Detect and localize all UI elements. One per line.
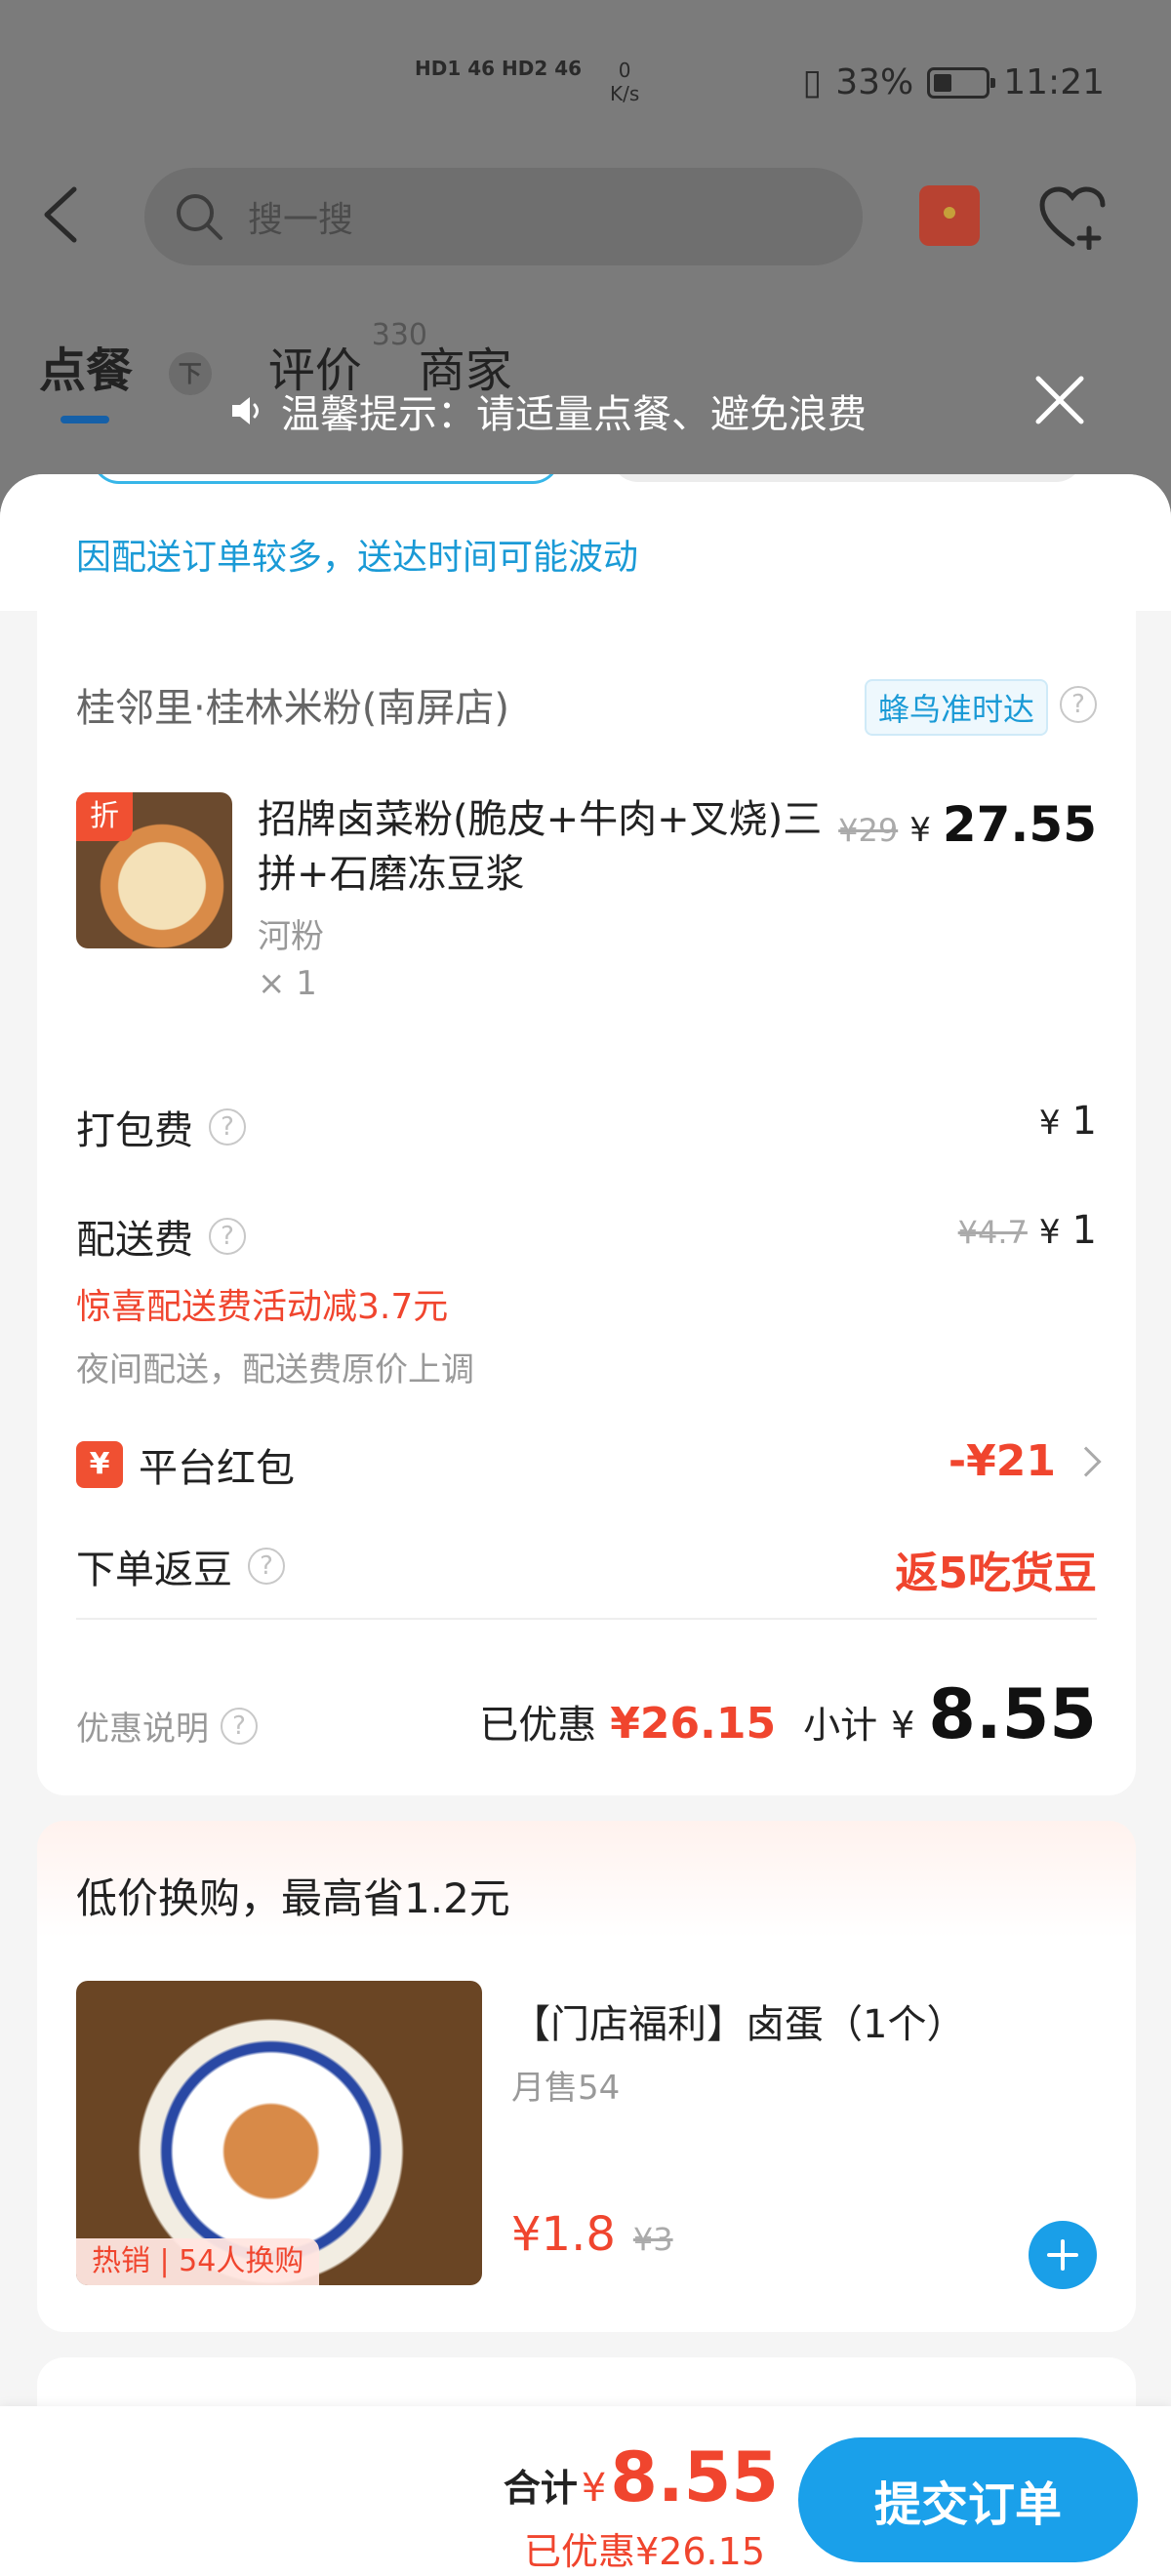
item-quantity: × 1 [258, 964, 317, 1003]
explain-help-icon: ? [221, 1707, 258, 1745]
status-bar: HD1 46 HD2 46 0 K/s ▯ 33% 11:21 [0, 49, 1171, 127]
chevron-right-icon [1070, 1445, 1102, 1477]
addon-title: 低价换购，最高省1.2元 [76, 1874, 510, 1922]
checkout-bar: 合计 ¥ 8.55 已优惠¥26.15 提交订单 [0, 2406, 1171, 2576]
delivery-notice: 因配送订单较多，送达时间可能波动 [76, 538, 639, 578]
heart-plus-icon[interactable] [1038, 185, 1107, 250]
search-bar[interactable]: 搜一搜 [144, 168, 863, 265]
tip-text: 温馨提示：请适量点餐、避免浪费 [281, 392, 867, 437]
back-arrow-icon[interactable] [39, 185, 86, 244]
red-packet-label: 平台红包 [139, 1446, 295, 1491]
total-value: 8.55 [610, 2437, 779, 2517]
subtotal-yen: ¥ [891, 1704, 915, 1747]
addon-current-price: ¥1.8 [511, 2207, 616, 2262]
delivery-option-peek[interactable] [92, 474, 560, 484]
item-current-price: 27.55 [942, 796, 1097, 853]
speaker-icon [232, 397, 259, 424]
delivery-note: 夜间配送，配送费原价上调 [76, 1350, 474, 1389]
subtotal-group: 已优惠 ¥26.15 小计 ¥ 8.55 [479, 1674, 1097, 1754]
beans-row: 下单返豆 ? 返5吃货豆 [76, 1538, 1097, 1598]
addon-sales: 月售54 [511, 2069, 621, 2108]
discount-explain[interactable]: 优惠说明 ? [76, 1702, 258, 1750]
total: 合计 ¥ 8.55 [504, 2437, 779, 2517]
tab-order[interactable]: 点餐 下 [39, 332, 212, 423]
vibrate-icon: ▯ [802, 62, 823, 102]
add-plus-icon[interactable] [1029, 2221, 1097, 2289]
delivery-fee-label: 配送费 [76, 1218, 193, 1263]
packing-fee-label: 打包费 [76, 1108, 193, 1153]
delivery-help-icon[interactable]: ? [209, 1218, 246, 1255]
saved-label: 已优惠 [479, 1703, 597, 1748]
beans-value: 返5吃货豆 [895, 1549, 1097, 1598]
hot-tag: 热销 | 54人换购 [76, 2238, 320, 2285]
packing-fee-row: 打包费 ? ¥ 1 [76, 1099, 1097, 1155]
item-original-price: ¥29 [838, 812, 899, 849]
battery-icon [927, 66, 996, 99]
red-packet-icon-small: ¥ [76, 1441, 123, 1488]
subtotal-value: 8.55 [928, 1674, 1097, 1754]
total-saved: 已优惠¥26.15 [524, 2530, 765, 2573]
tab-order-label: 点餐 [39, 343, 134, 398]
addon-original-price: ¥3 [632, 2221, 673, 2258]
order-sheet: 因配送订单较多，送达时间可能波动 桂邻里·桂林米粉(南屏店) 蜂鸟准时达 ? 折… [0, 474, 1171, 2576]
delivery-promo: 惊喜配送费活动减3.7元 [76, 1287, 449, 1327]
red-packet-row[interactable]: ¥ 平台红包 -¥21 [76, 1436, 1102, 1493]
divider [76, 1618, 1097, 1620]
delivery-yen: ¥ [1038, 1213, 1061, 1252]
tip-banner: 温馨提示：请适量点餐、避免浪费 [226, 382, 867, 439]
addon-card: 低价换购，最高省1.2元 热销 | 54人换购 【门店福利】卤蛋（1个） 月售5… [37, 1821, 1136, 2332]
network-speed: 0 K/s [610, 59, 639, 105]
network-speed-value: 0 [618, 59, 631, 82]
item-name: 招牌卤菜粉(脆皮+牛肉+叉烧)三拼+石磨冻豆浆 [258, 797, 823, 897]
addon-price: ¥1.8 ¥3 [511, 2207, 673, 2262]
delivery-fee-value: 1 [1071, 1208, 1097, 1253]
battery-percent: 33% [835, 62, 914, 102]
signal-indicator: HD1 46 HD2 46 [415, 57, 583, 80]
pin-icon[interactable]: 下 [168, 352, 212, 395]
shop-row: 桂邻里·桂林米粉(南屏店) 蜂鸟准时达 ? [76, 675, 1097, 736]
order-card: 桂邻里·桂林米粉(南屏店) 蜂鸟准时达 ? 折 招牌卤菜粉(脆皮+牛肉+叉烧)三… [37, 611, 1136, 1795]
status-right: ▯ 33% 11:21 [802, 62, 1105, 102]
discount-explain-label: 优惠说明 [76, 1710, 209, 1749]
beans-help-icon[interactable]: ? [248, 1548, 285, 1585]
delivery-fee-row: 配送费 ? ¥4.7 ¥ 1 惊喜配送费活动减3.7元 夜间配送，配送费原价上调 [76, 1208, 1097, 1390]
packing-fee-value: 1 [1071, 1099, 1097, 1144]
shop-name[interactable]: 桂邻里·桂林米粉(南屏店) [76, 676, 509, 733]
addon-product-name: 【门店福利】卤蛋（1个） [511, 2002, 966, 2047]
clock: 11:21 [1003, 62, 1105, 102]
close-icon[interactable] [1032, 373, 1087, 427]
red-packet-icon[interactable] [919, 185, 980, 246]
total-label: 合计 [503, 2467, 578, 2510]
packing-help-icon[interactable]: ? [209, 1108, 246, 1146]
item-yen: ¥ [909, 811, 931, 850]
delivery-badge: 蜂鸟准时达 [864, 679, 1048, 736]
packing-yen: ¥ [1038, 1104, 1061, 1143]
red-packet-value: -¥21 [948, 1436, 1056, 1486]
search-icon [177, 194, 222, 240]
help-icon[interactable]: ? [1060, 686, 1097, 723]
item-price: ¥29 ¥ 27.55 [838, 796, 1097, 853]
submit-order-button[interactable]: 提交订单 [798, 2437, 1138, 2562]
order-summary: 优惠说明 ? 已优惠 ¥26.15 小计 ¥ 8.55 [76, 1674, 1097, 1754]
discount-tag: 折 [76, 792, 133, 841]
network-speed-unit: K/s [610, 82, 640, 105]
delivery-original-fee: ¥4.7 [957, 1214, 1028, 1251]
pickup-option-peek[interactable] [611, 474, 1083, 482]
saved-value: ¥26.15 [610, 1699, 777, 1749]
beans-label: 下单返豆 [76, 1548, 232, 1592]
item-spec: 河粉 [258, 917, 324, 956]
total-yen: ¥ [581, 2466, 607, 2511]
order-item: 折 招牌卤菜粉(脆皮+牛肉+叉烧)三拼+石磨冻豆浆 河粉 × 1 ¥29 ¥ 2… [76, 792, 1097, 1003]
subtotal-label: 小计 [803, 1704, 878, 1747]
search-placeholder: 搜一搜 [248, 200, 354, 240]
